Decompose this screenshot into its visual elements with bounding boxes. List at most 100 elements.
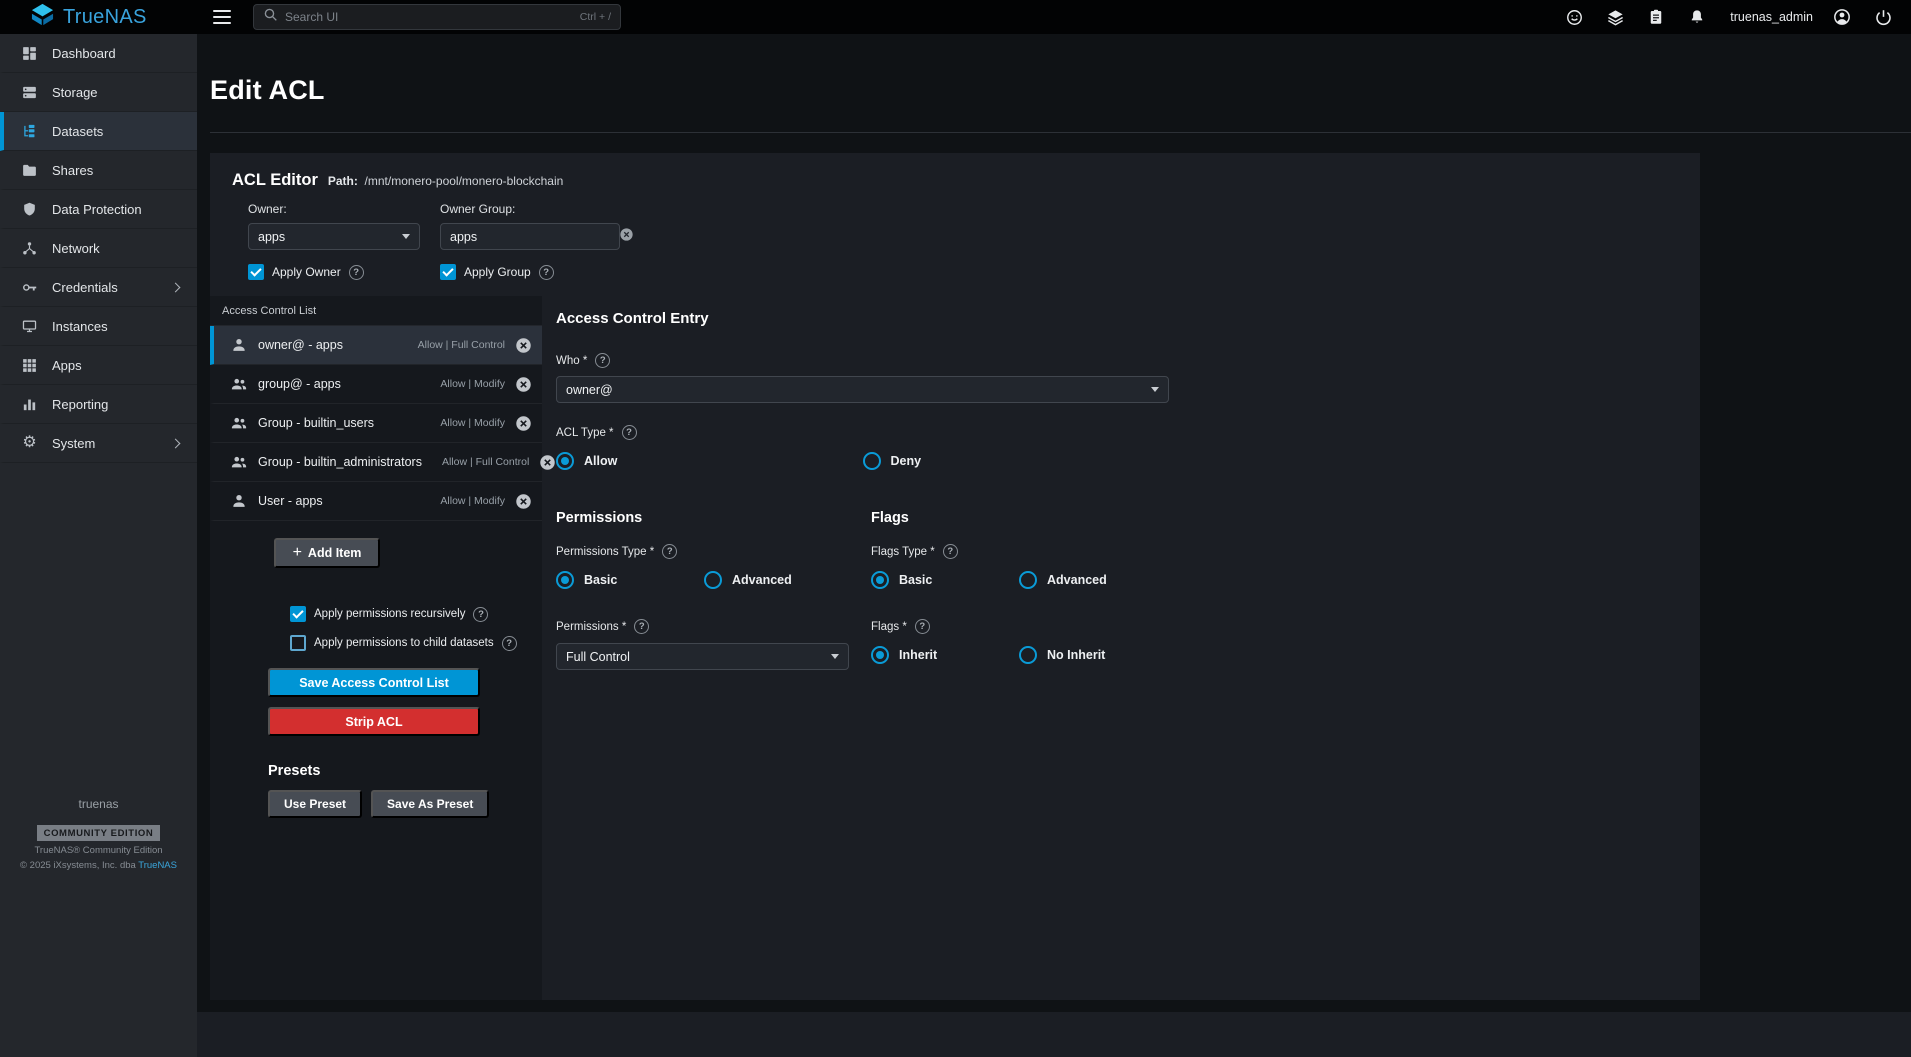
sidebar-item-apps[interactable]: Apps xyxy=(0,346,197,385)
sidebar-item-reporting[interactable]: Reporting xyxy=(0,385,197,424)
sidebar-item-label: Network xyxy=(52,241,100,256)
help-icon[interactable] xyxy=(943,544,958,559)
help-icon[interactable] xyxy=(595,353,610,368)
sidebar-item-label: Credentials xyxy=(52,280,118,295)
menu-icon[interactable] xyxy=(213,10,231,24)
presets-heading: Presets xyxy=(268,763,542,779)
acl-entry-permissions: Allow | Full Control xyxy=(418,339,505,351)
allow-radio[interactable] xyxy=(556,452,574,470)
permissions-label: Permissions * xyxy=(556,621,626,633)
acl-editor-heading: ACL Editor xyxy=(232,171,318,190)
sidebar-item-network[interactable]: Network xyxy=(0,229,197,268)
flags-basic-radio[interactable] xyxy=(871,571,889,589)
hostname-label: truenas xyxy=(0,797,197,811)
sidebar-item-data-protection[interactable]: Data Protection xyxy=(0,190,197,229)
who-select[interactable]: owner@ xyxy=(556,376,1169,403)
sidebar-item-dashboard[interactable]: Dashboard xyxy=(0,34,197,73)
remove-icon[interactable] xyxy=(515,337,532,354)
sidebar-item-credentials[interactable]: Credentials xyxy=(0,268,197,307)
acl-entry-name: owner@ - apps xyxy=(258,338,343,352)
sidebar-item-datasets[interactable]: Datasets xyxy=(0,112,197,151)
acl-entry-row[interactable]: owner@ - apps Allow | Full Control xyxy=(210,326,542,365)
save-as-preset-button[interactable]: Save As Preset xyxy=(371,790,489,818)
acl-entry-name: Group - builtin_users xyxy=(258,416,374,430)
permissions-basic-radio[interactable] xyxy=(556,571,574,589)
add-item-button[interactable]: +Add Item xyxy=(274,538,380,568)
permissions-select[interactable]: Full Control xyxy=(556,643,849,670)
search-bar[interactable]: Ctrl + / xyxy=(253,4,621,30)
access-control-entry-panel: Access Control Entry Who * owner@ ACL Ty… xyxy=(542,296,1700,1000)
acl-entry-name: group@ - apps xyxy=(258,377,341,391)
acl-entry-row[interactable]: Group - builtin_administrators Allow | F… xyxy=(210,443,542,482)
apply-child-datasets-label: Apply permissions to child datasets xyxy=(314,637,494,649)
apply-recursively-checkbox[interactable] xyxy=(290,606,306,622)
layers-icon[interactable] xyxy=(1603,5,1627,29)
chevron-down-icon xyxy=(402,234,410,239)
apply-group-label: Apply Group xyxy=(464,265,531,279)
flags-advanced-radio[interactable] xyxy=(1019,571,1037,589)
help-icon[interactable] xyxy=(539,265,554,280)
acl-entry-permissions: Allow | Full Control xyxy=(442,456,529,468)
user-circle-icon[interactable] xyxy=(1830,5,1854,29)
plus-icon: + xyxy=(293,545,302,561)
dashboard-icon xyxy=(20,44,39,63)
acl-entry-permissions: Allow | Modify xyxy=(440,378,505,390)
jobs-clipboard-icon[interactable] xyxy=(1644,5,1668,29)
permissions-basic-label: Basic xyxy=(584,573,617,587)
use-preset-button[interactable]: Use Preset xyxy=(268,790,362,818)
page-footer-bar xyxy=(197,1010,1911,1057)
help-icon[interactable] xyxy=(634,619,649,634)
help-icon[interactable] xyxy=(473,607,488,622)
owner-group-input[interactable] xyxy=(450,230,611,244)
who-select-value: owner@ xyxy=(566,383,1143,397)
edition-badge: COMMUNITY EDITION xyxy=(37,825,161,841)
sidebar-item-shares[interactable]: Shares xyxy=(0,151,197,190)
sidebar-item-storage[interactable]: Storage xyxy=(0,73,197,112)
acl-entry-permissions: Allow | Modify xyxy=(440,495,505,507)
search-input[interactable] xyxy=(285,10,573,24)
ace-heading: Access Control Entry xyxy=(556,310,1680,327)
apply-owner-checkbox[interactable] xyxy=(248,264,264,280)
alerts-bell-icon[interactable] xyxy=(1685,5,1709,29)
sidebar-item-label: Reporting xyxy=(52,397,108,412)
acl-entry-row[interactable]: User - apps Allow | Modify xyxy=(210,482,542,521)
permissions-heading: Permissions xyxy=(556,510,871,526)
username-label[interactable]: truenas_admin xyxy=(1730,10,1813,24)
power-icon[interactable] xyxy=(1871,5,1895,29)
sidebar-item-instances[interactable]: Instances xyxy=(0,307,197,346)
copyright-brand-link[interactable]: TrueNAS xyxy=(138,860,177,871)
inherit-radio-label: Inherit xyxy=(899,648,937,662)
help-icon[interactable] xyxy=(662,544,677,559)
topbar: TrueNAS Ctrl + / xyxy=(0,0,1911,34)
help-icon[interactable] xyxy=(622,425,637,440)
storage-icon xyxy=(20,83,39,102)
help-icon[interactable] xyxy=(915,619,930,634)
owner-select[interactable]: apps xyxy=(248,223,420,250)
help-icon[interactable] xyxy=(502,636,517,651)
no-inherit-radio[interactable] xyxy=(1019,646,1037,664)
edition-line: TrueNAS® Community Edition xyxy=(0,845,197,856)
save-acl-button[interactable]: Save Access Control List xyxy=(268,668,480,697)
apply-child-datasets-checkbox[interactable] xyxy=(290,635,306,651)
remove-icon[interactable] xyxy=(515,376,532,393)
apply-group-checkbox[interactable] xyxy=(440,264,456,280)
help-icon[interactable] xyxy=(349,265,364,280)
copyright-line: © 2025 iXsystems, Inc. dba TrueNAS xyxy=(0,860,197,871)
allow-radio-label: Allow xyxy=(584,454,617,468)
strip-acl-button[interactable]: Strip ACL xyxy=(268,707,480,736)
truenas-logo[interactable]: TrueNAS xyxy=(0,2,197,32)
acl-entry-row[interactable]: Group - builtin_users Allow | Modify xyxy=(210,404,542,443)
sidebar-item-system[interactable]: ⚙ System xyxy=(0,424,197,463)
clear-icon[interactable] xyxy=(619,227,634,247)
feedback-smiley-icon[interactable] xyxy=(1562,5,1586,29)
deny-radio[interactable] xyxy=(863,452,881,470)
search-icon xyxy=(263,7,278,27)
acl-entry-permissions: Allow | Modify xyxy=(440,417,505,429)
remove-icon[interactable] xyxy=(515,415,532,432)
chevron-down-icon xyxy=(1151,387,1159,392)
flags-basic-label: Basic xyxy=(899,573,932,587)
acl-entry-row[interactable]: group@ - apps Allow | Modify xyxy=(210,365,542,404)
permissions-advanced-radio[interactable] xyxy=(704,571,722,589)
remove-icon[interactable] xyxy=(515,493,532,510)
inherit-radio[interactable] xyxy=(871,646,889,664)
